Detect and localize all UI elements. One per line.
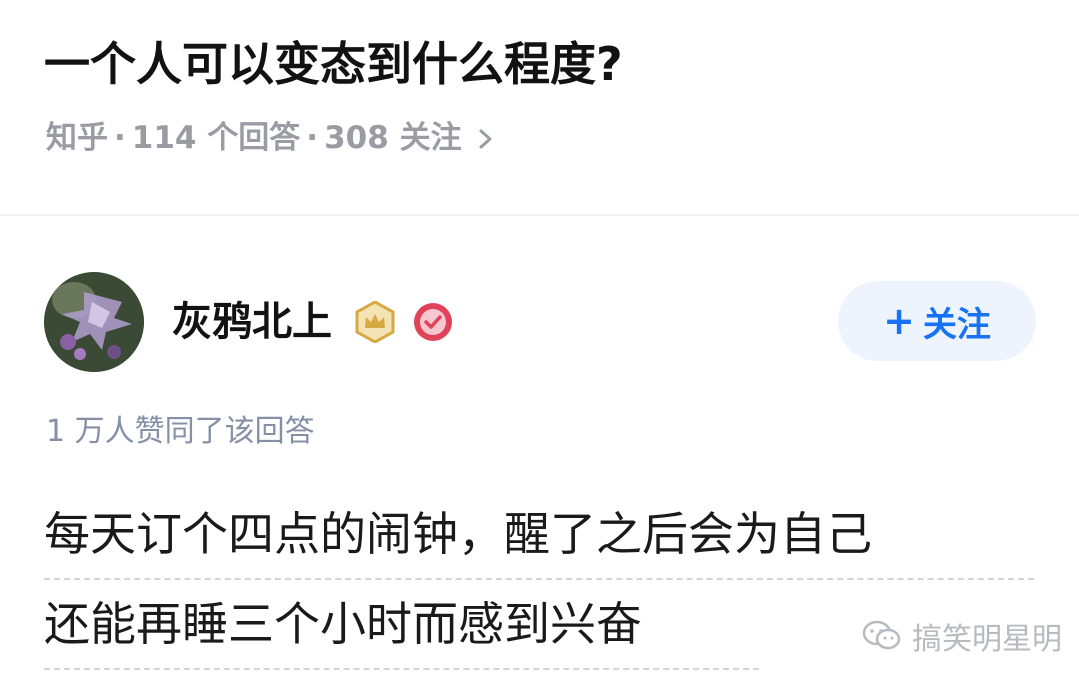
author-avatar[interactable] <box>44 272 144 372</box>
meta-separator: · <box>114 120 126 156</box>
author-name[interactable]: 灰鸦北上 <box>172 292 332 352</box>
vote-summary: 1 万人赞同了该回答 <box>46 414 315 449</box>
plus-icon: + <box>883 299 915 343</box>
follow-label: 关注 <box>922 304 991 345</box>
answer-line: 每天订个四点的闹钟，醒了之后会为自己 <box>44 494 1034 580</box>
crown-badge-icon <box>355 301 395 343</box>
question-header: 一个人可以变态到什么程度? 知乎 · 114 个回答 · 308 关注 <box>0 0 1079 214</box>
answer-count: 114 个回答 <box>131 120 301 156</box>
follow-button[interactable]: + 关注 <box>838 281 1036 361</box>
meta-separator: · <box>306 120 319 156</box>
question-meta[interactable]: 知乎 · 114 个回答 · 308 关注 <box>46 114 496 162</box>
follow-count: 308 关注 <box>324 120 462 156</box>
answer-line: 还能再睡三个小时而感到兴奋 <box>44 584 759 670</box>
question-title[interactable]: 一个人可以变态到什么程度? <box>44 28 623 100</box>
source-label: 知乎 <box>46 120 108 156</box>
section-divider <box>0 214 1079 216</box>
wechat-icon <box>862 620 901 650</box>
watermark-text: 搞笑明星明 <box>912 622 1062 657</box>
verified-badge-icon <box>414 303 452 341</box>
dragon-avatar-icon <box>44 272 144 372</box>
watermark: 搞笑明星明 <box>862 614 1062 658</box>
chevron-right-icon <box>479 129 492 149</box>
